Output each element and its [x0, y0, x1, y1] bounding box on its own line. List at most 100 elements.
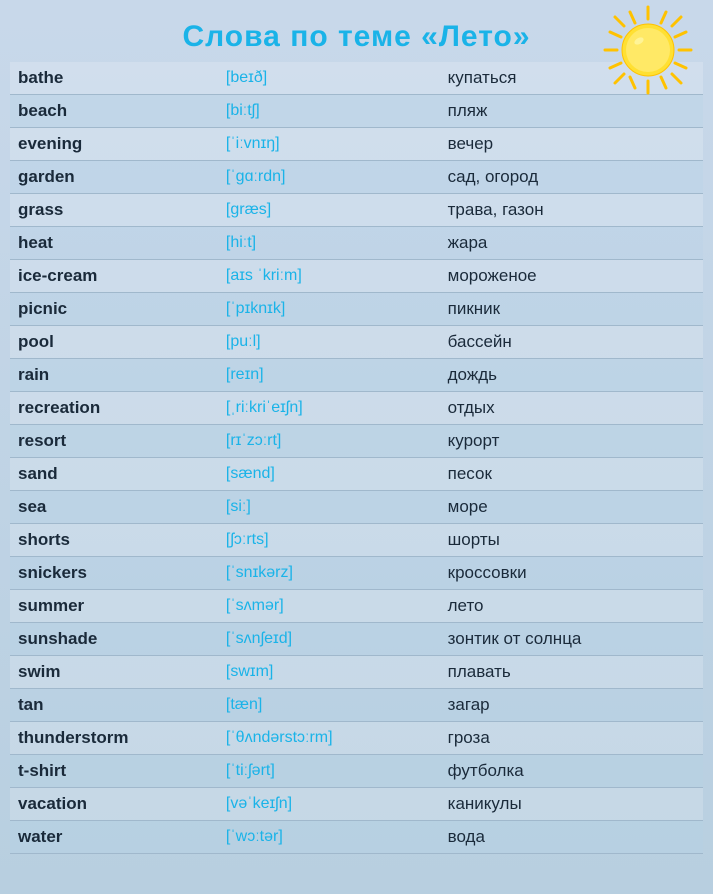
word-cell: shorts — [10, 524, 218, 557]
transcription-cell: [biːtʃ] — [218, 95, 440, 128]
translation-cell: пикник — [440, 293, 703, 326]
translation-cell: зонтик от солнца — [440, 623, 703, 656]
table-row: summer[ˈsʌmər]лето — [10, 590, 703, 623]
translation-cell: плавать — [440, 656, 703, 689]
table-row: rain[reɪn]дождь — [10, 359, 703, 392]
table-row: water[ˈwɔːtər]вода — [10, 821, 703, 854]
translation-cell: песок — [440, 458, 703, 491]
translation-cell: курорт — [440, 425, 703, 458]
word-cell: summer — [10, 590, 218, 623]
word-cell: t-shirt — [10, 755, 218, 788]
table-row: picnic[ˈpɪknɪk]пикник — [10, 293, 703, 326]
translation-cell: вечер — [440, 128, 703, 161]
table-row: heat[hiːt]жара — [10, 227, 703, 260]
transcription-cell: [ʃɔːrts] — [218, 524, 440, 557]
translation-cell: мороженое — [440, 260, 703, 293]
translation-cell: трава, газон — [440, 194, 703, 227]
translation-cell: вода — [440, 821, 703, 854]
table-row: vacation[vəˈkeɪʃn]каникулы — [10, 788, 703, 821]
table-row: tan[tæn]загар — [10, 689, 703, 722]
word-cell: beach — [10, 95, 218, 128]
transcription-cell: [sænd] — [218, 458, 440, 491]
word-cell: rain — [10, 359, 218, 392]
transcription-cell: [ˈsnɪkərz] — [218, 557, 440, 590]
transcription-cell: [ɡræs] — [218, 194, 440, 227]
word-cell: bathe — [10, 62, 218, 95]
table-row: thunderstorm[ˈθʌndərstɔːrm]гроза — [10, 722, 703, 755]
table-row: sunshade[ˈsʌnʃeɪd]зонтик от солнца — [10, 623, 703, 656]
table-area: bathe[beɪð]купатьсяbeach[biːtʃ]пляжeveni… — [0, 62, 713, 854]
transcription-cell: [swɪm] — [218, 656, 440, 689]
word-cell: ice-cream — [10, 260, 218, 293]
word-cell: evening — [10, 128, 218, 161]
table-row: swim[swɪm]плавать — [10, 656, 703, 689]
translation-cell: отдых — [440, 392, 703, 425]
page-title: Слова по теме «Лето» — [182, 20, 530, 53]
translation-cell: сад, огород — [440, 161, 703, 194]
title-area: Слова по теме «Лето» — [0, 10, 713, 62]
transcription-cell: [aɪs ˈkriːm] — [218, 260, 440, 293]
word-cell: vacation — [10, 788, 218, 821]
table-row: snickers[ˈsnɪkərz]кроссовки — [10, 557, 703, 590]
table-row: bathe[beɪð]купаться — [10, 62, 703, 95]
table-row: garden[ˈɡɑːrdn]сад, огород — [10, 161, 703, 194]
translation-cell: бассейн — [440, 326, 703, 359]
translation-cell: лето — [440, 590, 703, 623]
word-cell: snickers — [10, 557, 218, 590]
table-row: sand[sænd]песок — [10, 458, 703, 491]
table-row: pool[puːl]бассейн — [10, 326, 703, 359]
translation-cell: футболка — [440, 755, 703, 788]
translation-cell: шорты — [440, 524, 703, 557]
word-cell: sea — [10, 491, 218, 524]
transcription-cell: [siː] — [218, 491, 440, 524]
transcription-cell: [reɪn] — [218, 359, 440, 392]
word-cell: sand — [10, 458, 218, 491]
transcription-cell: [ˈɡɑːrdn] — [218, 161, 440, 194]
translation-cell: гроза — [440, 722, 703, 755]
transcription-cell: [ˈsʌmər] — [218, 590, 440, 623]
table-row: t-shirt[ˈtiːʃərt]футболка — [10, 755, 703, 788]
word-cell: garden — [10, 161, 218, 194]
translation-cell: загар — [440, 689, 703, 722]
word-cell: sunshade — [10, 623, 218, 656]
transcription-cell: [ˈtiːʃərt] — [218, 755, 440, 788]
transcription-cell: [puːl] — [218, 326, 440, 359]
table-row: recreation[ˌriːkriˈeɪʃn]отдых — [10, 392, 703, 425]
table-row: evening[ˈiːvnɪŋ]вечер — [10, 128, 703, 161]
table-row: grass[ɡræs]трава, газон — [10, 194, 703, 227]
word-cell: water — [10, 821, 218, 854]
table-row: ice-cream[aɪs ˈkriːm]мороженое — [10, 260, 703, 293]
transcription-cell: [tæn] — [218, 689, 440, 722]
vocabulary-table: bathe[beɪð]купатьсяbeach[biːtʃ]пляжeveni… — [10, 62, 703, 854]
sun-illustration — [603, 5, 693, 95]
translation-cell: дождь — [440, 359, 703, 392]
page: Слова по теме «Лето» — [0, 0, 713, 894]
word-cell: grass — [10, 194, 218, 227]
word-cell: recreation — [10, 392, 218, 425]
word-cell: resort — [10, 425, 218, 458]
translation-cell: пляж — [440, 95, 703, 128]
transcription-cell: [ˌriːkriˈeɪʃn] — [218, 392, 440, 425]
transcription-cell: [hiːt] — [218, 227, 440, 260]
word-cell: heat — [10, 227, 218, 260]
table-row: sea[siː]море — [10, 491, 703, 524]
transcription-cell: [ˈwɔːtər] — [218, 821, 440, 854]
translation-cell: жара — [440, 227, 703, 260]
translation-cell: каникулы — [440, 788, 703, 821]
word-cell: picnic — [10, 293, 218, 326]
word-cell: pool — [10, 326, 218, 359]
translation-cell: кроссовки — [440, 557, 703, 590]
transcription-cell: [ˈsʌnʃeɪd] — [218, 623, 440, 656]
transcription-cell: [ˈiːvnɪŋ] — [218, 128, 440, 161]
transcription-cell: [rɪˈzɔːrt] — [218, 425, 440, 458]
table-row: shorts[ʃɔːrts]шорты — [10, 524, 703, 557]
translation-cell: море — [440, 491, 703, 524]
transcription-cell: [vəˈkeɪʃn] — [218, 788, 440, 821]
word-cell: swim — [10, 656, 218, 689]
transcription-cell: [ˈpɪknɪk] — [218, 293, 440, 326]
word-cell: thunderstorm — [10, 722, 218, 755]
table-row: resort[rɪˈzɔːrt]курорт — [10, 425, 703, 458]
table-row: beach[biːtʃ]пляж — [10, 95, 703, 128]
transcription-cell: [beɪð] — [218, 62, 440, 95]
word-cell: tan — [10, 689, 218, 722]
